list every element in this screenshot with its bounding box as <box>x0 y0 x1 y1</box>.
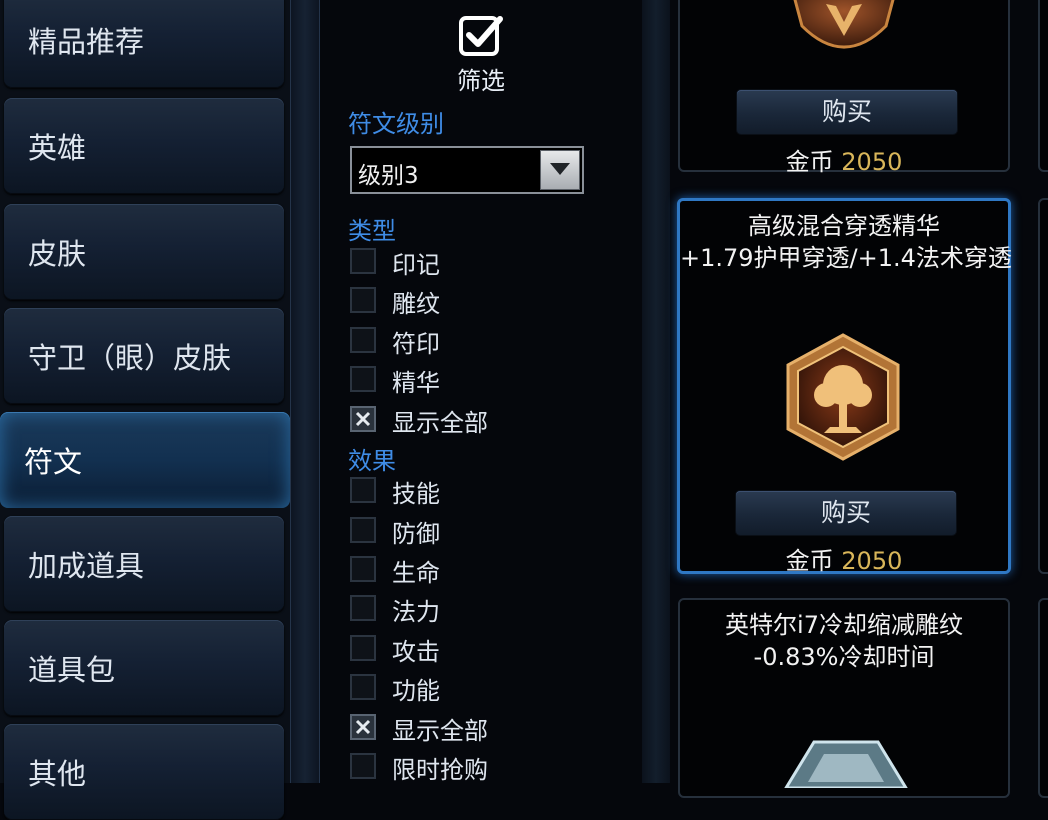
checkbox[interactable] <box>350 477 376 503</box>
rune-crest-icon <box>793 0 895 49</box>
type-option-mark[interactable]: 印记 <box>350 244 630 279</box>
sidebar-item-ward-skins[interactable]: 守卫（眼）皮肤 <box>4 308 284 404</box>
rune-card[interactable] <box>1038 198 1048 574</box>
effect-label: 效果 <box>348 447 396 475</box>
sidebar-item-bundles[interactable]: 道具包 <box>4 620 284 716</box>
checkbox-label: 印记 <box>392 251 440 279</box>
currency-label: 金币 <box>785 547 834 575</box>
sidebar-item-label: 皮肤 <box>28 237 87 271</box>
price-value: 2050 <box>841 148 903 176</box>
grid-right-edge <box>1028 0 1048 798</box>
glyph-rune-icon <box>784 740 908 788</box>
sidebar-item-label: 其他 <box>28 757 87 791</box>
checkbox[interactable] <box>350 517 376 543</box>
rune-description: +1.79护甲穿透/+1.4法术穿透 <box>680 244 1012 272</box>
sidebar-item-featured[interactable]: 精品推荐 <box>4 0 284 88</box>
checkbox[interactable] <box>350 248 376 274</box>
effect-option-health[interactable]: 生命 <box>350 552 630 587</box>
chevron-down-icon <box>550 163 570 175</box>
effect-option-mana[interactable]: 法力 <box>350 591 630 626</box>
sidebar-item-other[interactable]: 其他 <box>4 724 284 820</box>
checkbox-label: 法力 <box>392 598 440 626</box>
sidebar-item-boosts[interactable]: 加成道具 <box>4 516 284 612</box>
checkbox[interactable] <box>350 287 376 313</box>
price-value: 2050 <box>841 547 903 575</box>
effect-option-utility[interactable]: 功能 <box>350 670 630 705</box>
rune-name: 英特尔i7冷却缩减雕纹 <box>725 611 963 639</box>
sidebar: 精品推荐 英雄 皮肤 守卫（眼）皮肤 符文 加成道具 道具包 其他 <box>0 0 290 820</box>
price: 金币 2050 <box>680 142 1008 177</box>
sidebar-item-skins[interactable]: 皮肤 <box>4 204 284 300</box>
effect-option-flash-sale[interactable]: 限时抢购 <box>350 749 630 784</box>
type-label: 类型 <box>348 217 396 245</box>
currency-label: 金币 <box>785 148 834 176</box>
tree-rune-icon <box>786 333 900 461</box>
buy-button[interactable]: 购买 <box>737 90 957 134</box>
filter-panel: 筛选 符文级别 级别3 类型 印记 雕纹 符印 精华 显示全部 效果 技能 防御… <box>320 0 642 784</box>
rune-level-value: 级别3 <box>358 163 419 189</box>
filter-title[interactable]: 筛选 <box>450 61 512 96</box>
rune-card[interactable] <box>1038 0 1048 172</box>
checkbox-label: 显示全部 <box>392 717 488 745</box>
checkbox[interactable] <box>350 366 376 392</box>
grid-divider <box>642 0 670 783</box>
checkbox-label: 符印 <box>392 330 440 358</box>
sidebar-item-label: 英雄 <box>28 131 87 165</box>
price: 金币 2050 <box>680 541 1008 576</box>
checkbox-label: 雕纹 <box>392 290 440 318</box>
rune-card-selected[interactable]: 高级混合穿透精华 +1.79护甲穿透/+1.4法术穿透 购买 金币 2050 <box>677 198 1012 576</box>
rune-level-label: 符文级别 <box>348 110 444 138</box>
effect-option-show-all[interactable]: 显示全部 <box>350 710 630 745</box>
sidebar-item-runes[interactable]: 符文 <box>0 412 290 508</box>
checkbox[interactable] <box>350 753 376 779</box>
checkbox[interactable] <box>350 674 376 700</box>
checkbox-label: 技能 <box>392 480 440 508</box>
checkbox[interactable] <box>350 595 376 621</box>
checkbox[interactable] <box>350 327 376 353</box>
type-option-glyph[interactable]: 雕纹 <box>350 283 630 318</box>
checkbox-checked[interactable] <box>350 406 376 432</box>
panel-divider <box>290 0 320 783</box>
checkbox-label: 生命 <box>392 559 440 587</box>
type-option-quintessence[interactable]: 精华 <box>350 362 630 397</box>
rune-card[interactable]: 英特尔i7冷却缩减雕纹 -0.83%冷却时间 <box>678 598 1010 798</box>
sidebar-item-label: 守卫（眼）皮肤 <box>28 341 232 375</box>
checkbox[interactable] <box>350 556 376 582</box>
sidebar-item-label: 道具包 <box>28 653 116 687</box>
buy-button[interactable]: 购买 <box>736 491 956 535</box>
effect-option-attack[interactable]: 攻击 <box>350 631 630 666</box>
checkbox-label: 防御 <box>392 520 440 548</box>
checkbox-label: 显示全部 <box>392 409 488 437</box>
checkbox-label: 限时抢购 <box>392 756 488 784</box>
rune-card[interactable] <box>1038 598 1048 798</box>
checkbox-label: 功能 <box>392 677 440 705</box>
checkbox-filter-icon[interactable] <box>458 13 504 59</box>
checkbox-label: 攻击 <box>392 638 440 666</box>
effect-option-defense[interactable]: 防御 <box>350 513 630 548</box>
sidebar-item-label: 加成道具 <box>28 549 145 583</box>
type-option-show-all[interactable]: 显示全部 <box>350 402 630 437</box>
checkbox-label: 精华 <box>392 369 440 397</box>
check-x-icon <box>355 411 371 427</box>
checkbox-checked[interactable] <box>350 714 376 740</box>
rune-card[interactable]: 购买 金币 2050 <box>678 0 1010 176</box>
rune-description: -0.83%冷却时间 <box>753 643 935 671</box>
sidebar-item-label: 符文 <box>24 445 83 479</box>
dropdown-arrow-button[interactable] <box>540 150 580 190</box>
checkbox[interactable] <box>350 635 376 661</box>
check-x-icon <box>355 719 371 735</box>
type-option-seal[interactable]: 符印 <box>350 323 630 358</box>
sidebar-item-champions[interactable]: 英雄 <box>4 98 284 194</box>
effect-option-ability[interactable]: 技能 <box>350 473 630 508</box>
rune-name: 高级混合穿透精华 <box>748 212 940 240</box>
sidebar-item-label: 精品推荐 <box>28 25 145 59</box>
rune-level-select[interactable]: 级别3 <box>350 146 584 194</box>
